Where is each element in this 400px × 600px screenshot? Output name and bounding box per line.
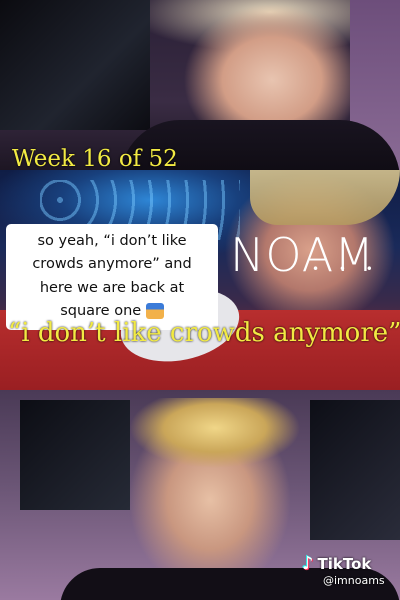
blond-hair xyxy=(130,398,300,468)
tiktok-brand: TikTok xyxy=(317,554,372,573)
lyric-caption: “i don’t like crowds anymore” xyxy=(8,318,400,348)
top-webcam-frame xyxy=(0,0,400,170)
week-caption: Week 16 of 52 xyxy=(12,146,178,172)
wall-poster-right xyxy=(310,400,400,540)
wall-poster xyxy=(0,0,150,130)
speech-text-box: so yeah, “i don’t like crowds anymore” a… xyxy=(6,224,218,330)
logo-dots: • • • xyxy=(312,262,381,276)
tiktok-watermark: ♪ TikTok xyxy=(302,553,371,574)
speech-line: here we are back at xyxy=(39,279,185,296)
speech-line: crowds anymore” and xyxy=(32,256,192,273)
wall-poster xyxy=(20,400,130,510)
tiktok-note-icon: ♪ xyxy=(302,553,314,574)
tiktok-handle: @imnoams xyxy=(323,574,385,587)
speech-line: so yeah, “i don’t like xyxy=(37,233,187,249)
